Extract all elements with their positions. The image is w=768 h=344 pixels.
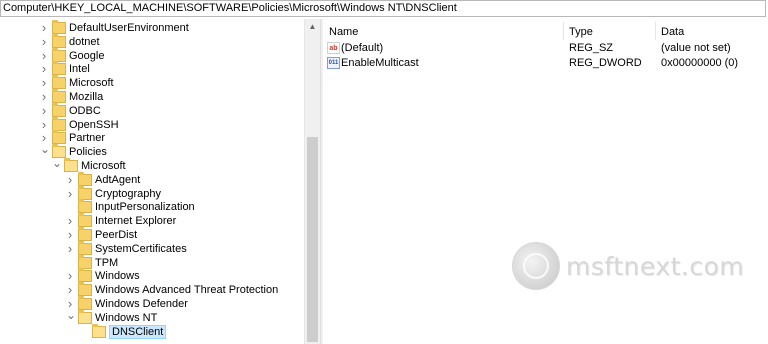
tree-item[interactable]: › Windows Defender: [0, 296, 304, 311]
tree-item-label: OpenSSH: [69, 118, 119, 131]
tree-item[interactable]: › Cryptography: [0, 185, 304, 201]
folder-icon: [78, 213, 92, 228]
tree-item[interactable]: › PeerDist: [0, 227, 304, 242]
column-header-type[interactable]: Type: [569, 25, 593, 39]
folder-icon: [52, 130, 66, 145]
folder-icon: [52, 102, 66, 117]
folder-icon: [78, 309, 92, 324]
folder-icon: [78, 254, 92, 269]
folder-icon: [52, 89, 66, 103]
chevron-right-icon[interactable]: ›: [40, 34, 48, 49]
tree-item-label: DNSClient: [109, 324, 167, 339]
watermark-logo-icon: [512, 242, 560, 290]
registry-tree: › DefaultUserEnvironment › dotnet › Google › In…: [0, 19, 304, 344]
tree-item-label: Partner: [69, 132, 106, 145]
string-value-icon: ab: [327, 42, 340, 54]
tree-item[interactable]: InputPersonalization: [0, 199, 304, 214]
tree-item-label: Windows Defender: [95, 298, 188, 310]
tree-item-label: SystemCertificates: [95, 242, 187, 255]
folder-icon: [52, 20, 66, 34]
folder-icon: [52, 33, 66, 48]
tree-item-label: Microsoft: [81, 160, 126, 172]
dword-value-icon: 011: [327, 57, 340, 69]
chevron-down-icon[interactable]: ⌄: [52, 157, 62, 173]
tree-item-label: Policies: [69, 146, 107, 159]
value-data: 0x00000000 (0): [661, 57, 739, 69]
tree-item[interactable]: › ODBC: [0, 102, 304, 118]
address-path: Computer\HKEY_LOCAL_MACHINE\SOFTWARE\Pol…: [3, 2, 457, 14]
tree-item-label: ODBC: [69, 104, 101, 117]
site-watermark: msftnext.com: [512, 236, 752, 296]
folder-icon: [78, 185, 92, 200]
column-separator[interactable]: [655, 22, 656, 40]
folder-icon: [78, 227, 92, 241]
tree-item[interactable]: DNSClient: [0, 323, 304, 339]
column-header-name[interactable]: Name: [329, 25, 358, 39]
value-type: REG_SZ: [569, 42, 614, 54]
tree-item-label: Windows Advanced Threat Protection: [95, 284, 279, 297]
folder-icon: [52, 61, 66, 76]
tree-item-label: Intel: [69, 63, 90, 76]
chevron-right-icon[interactable]: ›: [66, 228, 74, 242]
tree-scrollbar[interactable]: ▲: [304, 19, 320, 344]
scroll-up-arrow-icon[interactable]: ▲: [305, 19, 320, 35]
value-name: EnableMulticast: [341, 57, 419, 69]
chevron-right-icon[interactable]: ›: [66, 172, 74, 187]
tree-item-label: Windows NT: [95, 311, 158, 324]
tree-item-label: TPM: [95, 256, 119, 269]
folder-icon: [78, 296, 92, 310]
tree-item-label: Microsoft: [69, 77, 114, 90]
column-separator[interactable]: [563, 22, 564, 40]
chevron-right-icon[interactable]: ›: [40, 103, 48, 118]
folder-icon: [78, 268, 92, 283]
address-bar[interactable]: Computer\HKEY_LOCAL_MACHINE\SOFTWARE\Pol…: [0, 0, 766, 17]
value-name: (Default): [341, 42, 384, 54]
tree-item[interactable]: › Mozilla: [0, 89, 304, 104]
watermark-text: msftnext.com: [566, 252, 745, 281]
chevron-down-icon[interactable]: ⌄: [40, 143, 50, 159]
tree-item-label: InputPersonalization: [95, 201, 195, 214]
folder-icon: [52, 75, 66, 90]
scroll-thumb[interactable]: [307, 137, 318, 342]
value-row-enablemulticast[interactable]: 011 EnableMulticast REG_DWORD 0x00000000…: [323, 56, 768, 71]
tree-item[interactable]: › dotnet: [0, 33, 304, 49]
folder-icon: [64, 158, 78, 172]
chevron-right-icon[interactable]: ›: [40, 21, 48, 35]
tree-item-label: Cryptography: [95, 187, 162, 200]
tree-item[interactable]: › Internet Explorer: [0, 213, 304, 228]
tree-item[interactable]: ⌄ Windows NT: [0, 309, 304, 325]
tree-item[interactable]: › SystemCertificates: [0, 240, 304, 256]
folder-icon: [78, 240, 92, 255]
tree-item[interactable]: › Windows Advanced Threat Protection: [0, 282, 304, 297]
tree-item[interactable]: ⌄ Policies: [0, 143, 304, 159]
folder-icon: [78, 171, 92, 186]
tree-item[interactable]: › DefaultUserEnvironment: [0, 20, 304, 35]
column-header-data[interactable]: Data: [661, 25, 684, 39]
folder-icon: [92, 323, 106, 338]
tree-item-label: DefaultUserEnvironment: [69, 22, 189, 34]
value-row-default[interactable]: ab (Default) REG_SZ (value not set): [323, 41, 768, 56]
tree-item[interactable]: ⌄ Microsoft: [0, 157, 304, 173]
tree-item[interactable]: › AdtAgent: [0, 171, 304, 187]
tree-item-label: dotnet: [69, 35, 100, 48]
tree-item-label: PeerDist: [95, 229, 138, 241]
folder-icon: [78, 282, 92, 297]
tree-item-label: AdtAgent: [95, 173, 141, 186]
chevron-right-icon[interactable]: ›: [66, 241, 74, 256]
value-type: REG_DWORD: [569, 57, 642, 69]
value-data: (value not set): [661, 42, 731, 54]
tree-item[interactable]: › Windows: [0, 268, 304, 283]
tree-item-label: Internet Explorer: [95, 215, 177, 228]
chevron-right-icon[interactable]: ›: [40, 90, 48, 104]
tree-item[interactable]: TPM: [0, 254, 304, 270]
chevron-down-icon[interactable]: ⌄: [66, 309, 76, 325]
folder-icon: [78, 199, 92, 214]
folder-icon: [52, 116, 66, 131]
tree-item-label: Mozilla: [69, 91, 104, 103]
tree-item-label: Google: [69, 49, 105, 62]
chevron-right-icon[interactable]: ›: [66, 186, 74, 201]
folder-icon: [52, 47, 66, 62]
tree-item-label: Windows: [95, 270, 140, 283]
